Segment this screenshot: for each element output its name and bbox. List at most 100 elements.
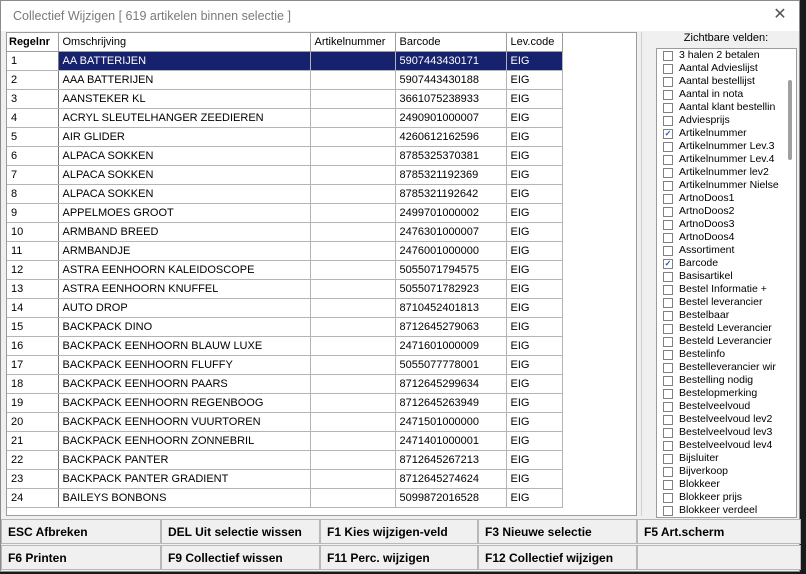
table-row[interactable]: 14 AUTO DROP 8710452401813 EIG bbox=[7, 298, 563, 318]
artikelnummer-cell[interactable] bbox=[310, 488, 396, 508]
grid-vertical-scrollbar[interactable] bbox=[641, 32, 653, 516]
omschrijving-cell[interactable]: BACKPACK EENHOORN VUURTOREN bbox=[58, 412, 311, 432]
table-row[interactable]: 21 BACKPACK EENHOORN ZONNEBRIL 24714010000… bbox=[7, 431, 563, 451]
row-number-cell[interactable]: 21 bbox=[7, 431, 59, 451]
omschrijving-cell[interactable]: BACKPACK EENHOORN REGENBOOG bbox=[58, 393, 311, 413]
barcode-cell[interactable]: 2490901000007 bbox=[395, 108, 507, 128]
checkbox-unchecked-icon[interactable] bbox=[663, 493, 673, 503]
levcode-cell[interactable]: EIG bbox=[506, 89, 563, 109]
artikelnummer-cell[interactable] bbox=[310, 146, 396, 166]
f6-printen-button[interactable]: F6 Printen bbox=[1, 545, 161, 570]
table-row[interactable]: 17 BACKPACK EENHOORN FLUFFY 5055077778001 E… bbox=[7, 355, 563, 375]
visible-field-item[interactable]: Bestel leverancier bbox=[657, 296, 796, 309]
table-row[interactable]: 9 APPELMOES GROOT 2499701000002 EIG bbox=[7, 203, 563, 223]
artikelnummer-cell[interactable] bbox=[310, 279, 396, 299]
visible-field-item[interactable]: Bestelveelvoud lev4 bbox=[657, 439, 796, 452]
levcode-cell[interactable]: EIG bbox=[506, 374, 563, 394]
omschrijving-cell[interactable]: BACKPACK EENHOORN BLAUW LUXE bbox=[58, 336, 311, 356]
levcode-cell[interactable]: EIG bbox=[506, 355, 563, 375]
visible-field-item[interactable]: 3 halen 2 betalen bbox=[657, 49, 796, 62]
checkbox-unchecked-icon[interactable] bbox=[663, 467, 673, 477]
visible-field-item[interactable]: Assortiment bbox=[657, 244, 796, 257]
visible-field-item[interactable]: Bestelveelvoud bbox=[657, 400, 796, 413]
row-number-cell[interactable]: 5 bbox=[7, 127, 59, 147]
artikelnummer-cell[interactable] bbox=[310, 469, 396, 489]
table-row[interactable]: 12 ASTRA EENHOORN KALEIDOSCOPE 50550717945… bbox=[7, 260, 563, 280]
visible-field-item[interactable]: Besteld Leverancier bbox=[657, 322, 796, 335]
checkbox-unchecked-icon[interactable] bbox=[663, 155, 673, 165]
barcode-cell[interactable]: 5907443430171 bbox=[395, 51, 507, 71]
artikelnummer-cell[interactable] bbox=[310, 165, 396, 185]
omschrijving-cell[interactable]: ALPACA SOKKEN bbox=[58, 184, 311, 204]
artikelnummer-cell[interactable] bbox=[310, 108, 396, 128]
row-number-cell[interactable]: 16 bbox=[7, 336, 59, 356]
visible-field-item[interactable]: Bestelbaar bbox=[657, 309, 796, 322]
f3-nieuwe-selectie-button[interactable]: F3 Nieuwe selectie bbox=[478, 519, 637, 544]
checkbox-unchecked-icon[interactable] bbox=[663, 298, 673, 308]
table-row[interactable]: 5 AIR GLIDER 4260612162596 EIG bbox=[7, 127, 563, 147]
omschrijving-cell[interactable]: AIR GLIDER bbox=[58, 127, 311, 147]
checkbox-unchecked-icon[interactable] bbox=[663, 454, 673, 464]
f9-collectief-wissen-button[interactable]: F9 Collectief wissen bbox=[161, 545, 320, 570]
levcode-cell[interactable]: EIG bbox=[506, 203, 563, 223]
artikelnummer-cell[interactable] bbox=[310, 393, 396, 413]
visible-field-item[interactable]: Aantal in nota bbox=[657, 88, 796, 101]
artikelnummer-cell[interactable] bbox=[310, 51, 396, 71]
artikelnummer-cell[interactable] bbox=[310, 298, 396, 318]
checkbox-unchecked-icon[interactable] bbox=[663, 194, 673, 204]
levcode-cell[interactable]: EIG bbox=[506, 184, 563, 204]
levcode-cell[interactable]: EIG bbox=[506, 412, 563, 432]
checkbox-unchecked-icon[interactable] bbox=[663, 77, 673, 87]
visible-field-item[interactable]: Adviesprijs bbox=[657, 114, 796, 127]
checkbox-checked-icon[interactable]: ✓ bbox=[663, 129, 673, 139]
row-number-cell[interactable]: 12 bbox=[7, 260, 59, 280]
checkbox-unchecked-icon[interactable] bbox=[663, 168, 673, 178]
levcode-cell[interactable]: EIG bbox=[506, 146, 563, 166]
checkbox-unchecked-icon[interactable] bbox=[663, 103, 673, 113]
barcode-cell[interactable]: 2471401000001 bbox=[395, 431, 507, 451]
table-row[interactable]: 8 ALPACA SOKKEN 8785321192642 EIG bbox=[7, 184, 563, 204]
table-row[interactable]: 2 AAA BATTERIJEN 5907443430188 EIG bbox=[7, 70, 563, 90]
artikelnummer-cell[interactable] bbox=[310, 412, 396, 432]
omschrijving-cell[interactable]: ACRYL SLEUTELHANGER ZEEDIEREN bbox=[58, 108, 311, 128]
barcode-cell[interactable]: 5099872016528 bbox=[395, 488, 507, 508]
levcode-cell[interactable]: EIG bbox=[506, 241, 563, 261]
f11-perc-wijzigen-button[interactable]: F11 Perc. wijzigen bbox=[320, 545, 478, 570]
levcode-cell[interactable]: EIG bbox=[506, 298, 563, 318]
barcode-cell[interactable]: 3661075238933 bbox=[395, 89, 507, 109]
row-number-cell[interactable]: 15 bbox=[7, 317, 59, 337]
visible-field-item[interactable]: ArtnoDoos2 bbox=[657, 205, 796, 218]
del-uit-selectie-wissen-button[interactable]: DEL Uit selectie wissen bbox=[161, 519, 320, 544]
checkbox-unchecked-icon[interactable] bbox=[663, 142, 673, 152]
fields-scrollbar-thumb[interactable] bbox=[788, 80, 792, 160]
barcode-cell[interactable]: 5055071794575 bbox=[395, 260, 507, 280]
artikelnummer-cell[interactable] bbox=[310, 70, 396, 90]
checkbox-unchecked-icon[interactable] bbox=[663, 506, 673, 516]
levcode-cell[interactable]: EIG bbox=[506, 127, 563, 147]
fields-scrollbar[interactable] bbox=[785, 50, 795, 517]
row-number-cell[interactable]: 11 bbox=[7, 241, 59, 261]
artikelnummer-cell[interactable] bbox=[310, 260, 396, 280]
row-number-cell[interactable]: 20 bbox=[7, 412, 59, 432]
levcode-cell[interactable]: EIG bbox=[506, 450, 563, 470]
table-row[interactable]: 4 ACRYL SLEUTELHANGER ZEEDIEREN 2490901000… bbox=[7, 108, 563, 128]
row-number-cell[interactable]: 8 bbox=[7, 184, 59, 204]
esc-afbreken-button[interactable]: ESC Afbreken bbox=[1, 519, 161, 544]
barcode-cell[interactable]: 8712645274624 bbox=[395, 469, 507, 489]
artikelnummer-cell[interactable] bbox=[310, 203, 396, 223]
checkbox-unchecked-icon[interactable] bbox=[663, 428, 673, 438]
visible-field-item[interactable]: ArtnoDoos4 bbox=[657, 231, 796, 244]
omschrijving-cell[interactable]: APPELMOES GROOT bbox=[58, 203, 311, 223]
checkbox-unchecked-icon[interactable] bbox=[663, 64, 673, 74]
visible-field-item[interactable]: Bestelinfo bbox=[657, 348, 796, 361]
barcode-cell[interactable]: 8785325370381 bbox=[395, 146, 507, 166]
row-number-cell[interactable]: 23 bbox=[7, 469, 59, 489]
artikelnummer-cell[interactable] bbox=[310, 317, 396, 337]
checkbox-unchecked-icon[interactable] bbox=[663, 376, 673, 386]
omschrijving-cell[interactable]: ALPACA SOKKEN bbox=[58, 146, 311, 166]
barcode-cell[interactable]: 5055071782923 bbox=[395, 279, 507, 299]
visible-field-item[interactable]: Aantal Advieslijst bbox=[657, 62, 796, 75]
omschrijving-cell[interactable]: BACKPACK EENHOORN FLUFFY bbox=[58, 355, 311, 375]
row-number-cell[interactable]: 10 bbox=[7, 222, 59, 242]
table-row[interactable]: 16 BACKPACK EENHOORN BLAUW LUXE 2471601000… bbox=[7, 336, 563, 356]
